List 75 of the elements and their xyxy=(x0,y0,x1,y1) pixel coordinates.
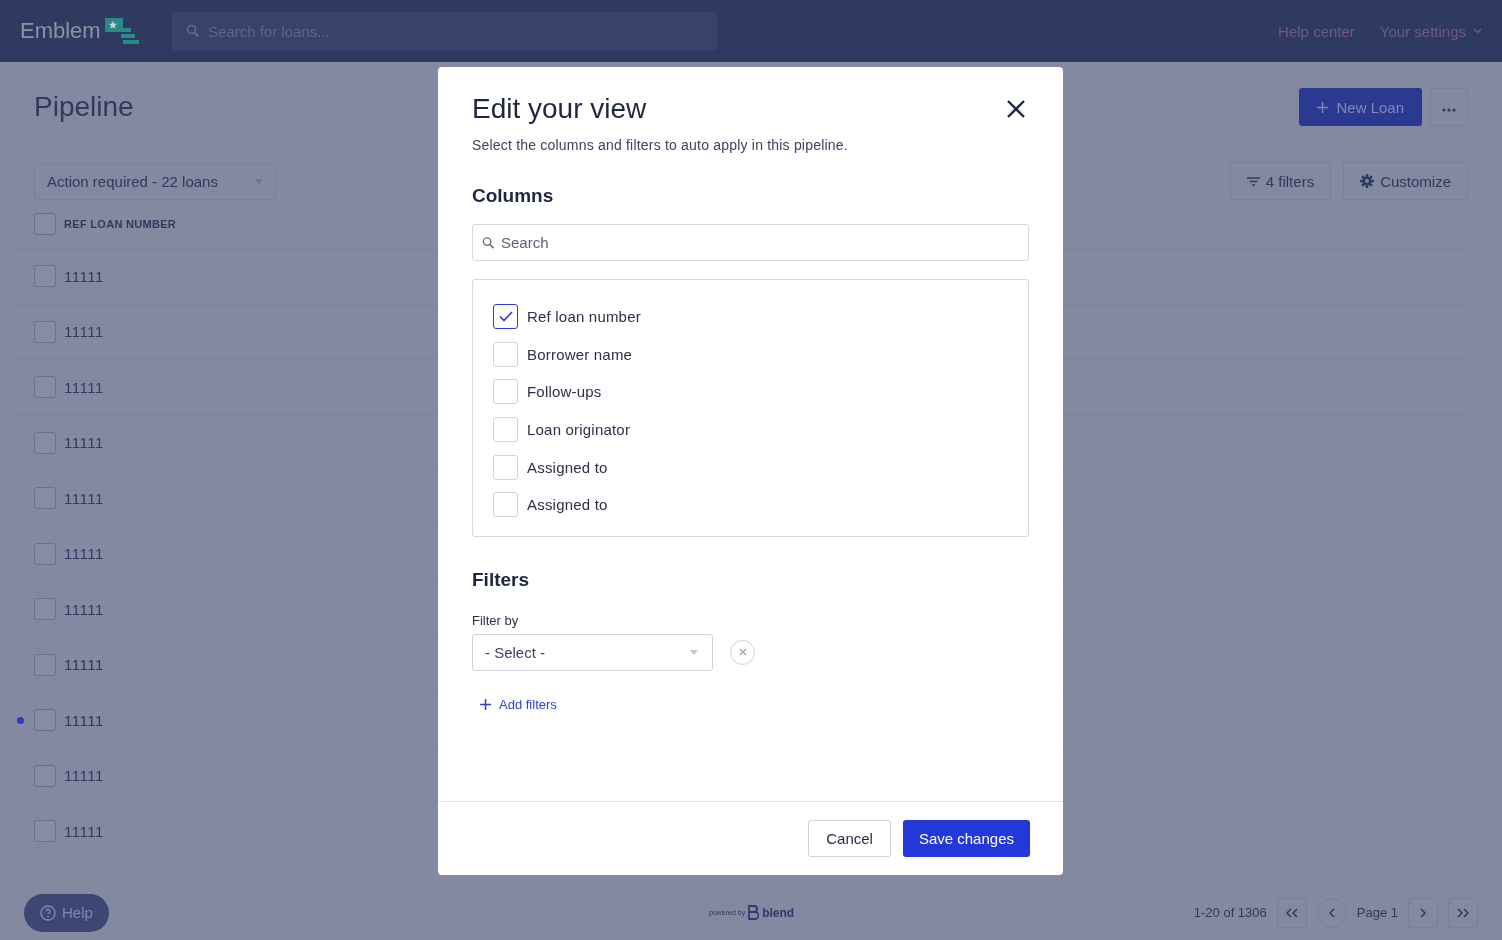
checkbox-label: Assigned to xyxy=(527,458,608,476)
checkbox[interactable] xyxy=(34,320,56,343)
remove-filter-button[interactable] xyxy=(730,639,755,665)
add-filters-link[interactable]: Add filters xyxy=(480,696,557,712)
checkbox-label: Borrower name xyxy=(527,345,633,363)
checkbox[interactable] xyxy=(34,598,56,621)
flag-icon xyxy=(104,18,139,44)
checkbox[interactable] xyxy=(493,304,518,330)
close-icon xyxy=(1007,100,1025,118)
search-field[interactable]: Search xyxy=(472,224,1029,261)
table-cell: 11111 xyxy=(64,545,104,563)
dialog-subtitle: Select the columns and filters to auto apply in this pipeline. xyxy=(472,137,849,153)
table-cell: 11111 xyxy=(64,378,104,396)
checkbox[interactable] xyxy=(34,213,56,235)
filters-button[interactable]: 4 filters xyxy=(1229,162,1332,200)
first-page-button[interactable] xyxy=(1276,897,1307,928)
dialog-title: Edit your view xyxy=(472,93,647,125)
section-heading: Columns xyxy=(472,185,555,207)
checkbox-label: Ref loan number xyxy=(527,308,641,326)
chevron-right-icon xyxy=(1420,907,1426,918)
chevron-left-icon xyxy=(1328,907,1335,918)
customize-button[interactable]: Customize xyxy=(1343,162,1468,200)
table-cell: 11111 xyxy=(64,656,104,674)
double-chevron-right-icon xyxy=(1457,907,1469,918)
filter-dropdown[interactable]: - Select - xyxy=(472,633,713,671)
page-title: Pipeline xyxy=(34,91,134,123)
view-dropdown[interactable]: Action required - 22 loans xyxy=(34,162,276,200)
brand-icon xyxy=(748,905,760,920)
last-page-button[interactable] xyxy=(1448,897,1478,928)
table-cell: 11111 xyxy=(64,489,104,507)
help-center-link[interactable]: Help center xyxy=(1278,22,1355,40)
table-cell: 11111 xyxy=(64,434,104,452)
next-page-button[interactable] xyxy=(1408,897,1438,928)
new-loan-button[interactable]: New Loan xyxy=(1299,88,1422,126)
checkbox-label: Follow-ups xyxy=(527,383,602,401)
cancel-button[interactable]: Cancel xyxy=(808,820,891,857)
more-icon xyxy=(1442,107,1456,112)
checkbox[interactable] xyxy=(34,653,56,676)
gear-icon xyxy=(1360,174,1375,188)
help-button[interactable]: Help xyxy=(24,893,109,932)
table-cell: 11111 xyxy=(64,711,104,729)
filter-icon xyxy=(1246,176,1260,186)
checkbox[interactable] xyxy=(34,487,56,510)
table-cell: 11111 xyxy=(64,600,104,618)
checkbox[interactable] xyxy=(34,542,56,565)
table-cell: 11111 xyxy=(64,267,104,285)
field-label: Filter by xyxy=(472,612,520,628)
page-label: Page 1 xyxy=(1356,905,1398,920)
plus-icon xyxy=(1317,101,1329,113)
checkbox[interactable] xyxy=(34,265,56,288)
section-heading: Filters xyxy=(472,568,531,591)
checkbox-label: Loan originator xyxy=(527,421,631,439)
table-cell: 11111 xyxy=(64,822,104,840)
range-label: 1-20 of 1306 xyxy=(1193,905,1267,920)
settings-menu[interactable]: Your settings xyxy=(1379,22,1482,40)
question-icon xyxy=(40,904,56,921)
checkbox[interactable] xyxy=(34,709,56,732)
table-cell: 11111 xyxy=(64,767,104,785)
save-button[interactable]: Save changes xyxy=(902,820,1030,857)
checkbox[interactable] xyxy=(34,431,56,454)
plus-icon xyxy=(480,698,491,710)
caret-icon xyxy=(690,649,698,655)
check-icon xyxy=(498,311,513,323)
checkbox[interactable] xyxy=(34,820,56,843)
brand-name: blend xyxy=(762,905,795,920)
checkbox[interactable] xyxy=(34,376,56,399)
close-icon xyxy=(738,648,747,657)
double-chevron-left-icon xyxy=(1285,907,1298,918)
chevron-down-icon xyxy=(1473,28,1482,34)
column-header: REF LOAN NUMBER xyxy=(64,218,177,230)
more-button[interactable] xyxy=(1430,88,1468,126)
checkbox-label: Assigned to xyxy=(527,496,608,514)
checkbox[interactable] xyxy=(34,764,56,787)
table-cell: 11111 xyxy=(64,323,104,341)
logo[interactable]: Emblem xyxy=(20,18,101,44)
